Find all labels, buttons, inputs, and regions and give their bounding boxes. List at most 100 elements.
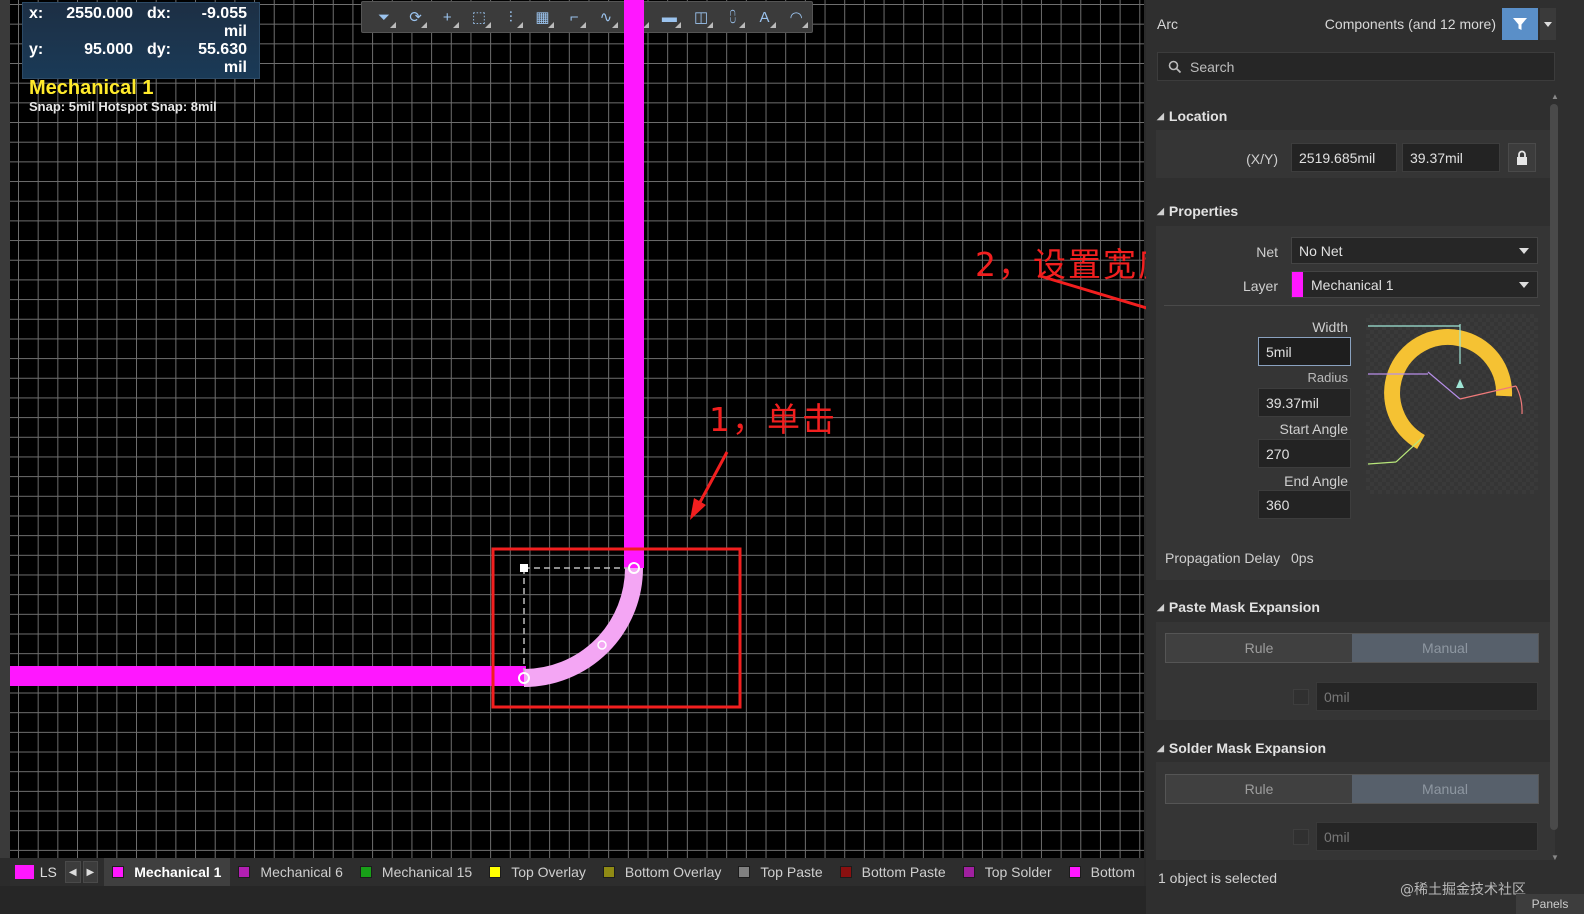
layer-tab[interactable]: Bottom Overlay — [595, 858, 730, 886]
scroll-up-icon[interactable]: ▲ — [1551, 92, 1559, 101]
solder-mask-manual-option[interactable]: Manual — [1352, 775, 1538, 803]
hud-y-value: 95.000 — [84, 41, 133, 58]
layer-color-swatch — [1068, 866, 1081, 878]
paste-mask-checkbox[interactable] — [1293, 689, 1309, 705]
selection-status: 1 object is selected — [1158, 870, 1278, 886]
layer-color-swatch — [839, 866, 852, 878]
filter-button[interactable] — [1502, 8, 1538, 40]
layer-dropdown[interactable]: Mechanical 1 — [1291, 271, 1538, 298]
bulb-icon[interactable]: ● — [622, 3, 654, 31]
layer-tab-label: Bottom — [1090, 864, 1135, 880]
current-layer-swatch[interactable] — [15, 865, 34, 879]
panel-object-type: Arc — [1157, 16, 1178, 32]
solder-mask-checkbox[interactable] — [1293, 829, 1309, 845]
divider — [1164, 305, 1540, 306]
active-bar-toolbar: ⏷ ⟳ + ⬚ ⫶ ▦ ⌐ ∿ ● ▬ ◫ ⩇ A ◠ — [361, 1, 813, 33]
annotation-step-1: 1，单击 — [709, 400, 837, 439]
arc-icon[interactable]: ◠ — [780, 3, 812, 31]
chart-icon[interactable]: ⩇ — [717, 3, 749, 31]
end-angle-label: End Angle — [1284, 473, 1348, 489]
end-angle-field[interactable]: 360 — [1258, 490, 1351, 519]
width-field[interactable]: 5mil — [1258, 337, 1351, 366]
net-dropdown[interactable]: No Net — [1291, 237, 1538, 264]
layer-tab[interactable]: Bottom Paste — [832, 858, 955, 886]
propagation-delay-label: Propagation Delay — [1165, 550, 1281, 566]
start-angle-label: Start Angle — [1279, 421, 1349, 437]
collapse-triangle-icon: ◢ — [1157, 742, 1164, 753]
layer-tab[interactable]: Top Paste — [730, 858, 831, 886]
tune-icon[interactable]: ∿ — [590, 3, 622, 31]
route-track-icon[interactable]: ⌐ — [558, 3, 590, 31]
coordinate-hud: x: 2550.000 dx: -9.055 mil y: 95.000 dy:… — [22, 2, 260, 114]
location-x-field[interactable]: 2519.685mil — [1291, 143, 1397, 172]
section-paste-mask-title: Paste Mask Expansion — [1168, 599, 1320, 615]
hud-dx-value: -9.055 mil — [201, 5, 247, 40]
start-angle-field[interactable]: 270 — [1258, 439, 1351, 468]
select-rect-icon[interactable]: ⬚ — [463, 3, 495, 31]
fill-icon[interactable]: ▬ — [653, 3, 685, 31]
align-icon[interactable]: ⫶ — [495, 3, 527, 31]
layer-color-swatch — [1292, 272, 1303, 297]
hud-dy-label: dy: — [147, 41, 171, 58]
layer-prev-arrow-icon[interactable]: ◀ — [64, 861, 81, 883]
panel-scroll-thumb[interactable] — [1550, 104, 1558, 830]
component-icon[interactable]: ▦ — [527, 3, 559, 31]
solder-mask-rule-option[interactable]: Rule — [1166, 775, 1352, 803]
layer-set-label[interactable]: LS — [40, 864, 57, 880]
layer-tab-label: Bottom Paste — [861, 864, 946, 880]
arc-preview-diagram — [1366, 314, 1538, 494]
hud-y-label: y: — [29, 41, 44, 58]
layer-tab[interactable]: Mechanical 6 — [230, 858, 352, 886]
layer-tab[interactable]: Top Overlay — [481, 858, 595, 886]
rect-icon[interactable]: ◫ — [685, 3, 717, 31]
layer-tab-label: Bottom Overlay — [624, 864, 722, 880]
solder-mask-mode-toggle: Rule Manual — [1165, 774, 1539, 804]
filter-icon — [1513, 18, 1527, 30]
text-icon[interactable]: A — [749, 3, 781, 31]
section-properties-header[interactable]: ◢ Properties — [1157, 203, 1238, 219]
panel-filter-summary[interactable]: Components (and 12 more) — [1325, 16, 1496, 32]
layer-color-swatch — [238, 866, 251, 878]
propagation-delay-value: 0ps — [1291, 550, 1314, 566]
scroll-down-icon[interactable]: ▼ — [1551, 853, 1559, 862]
layer-color-swatch — [489, 866, 502, 878]
layer-tab-label: Mechanical 6 — [260, 864, 343, 880]
lock-icon — [1517, 150, 1527, 165]
layer-tab[interactable]: Top Solder — [955, 858, 1061, 886]
section-solder-mask-title: Solder Mask Expansion — [1168, 740, 1327, 756]
properties-panel: Arc Components (and 12 more) Search ◢ Lo… — [1146, 0, 1584, 914]
collapse-triangle-icon: ◢ — [1157, 205, 1164, 216]
paste-mask-mode-toggle: Rule Manual — [1165, 633, 1539, 663]
layer-tab[interactable]: Bottom — [1061, 858, 1144, 886]
radius-field[interactable]: 39.37mil — [1258, 388, 1351, 417]
panels-button[interactable]: Panels — [1516, 894, 1584, 914]
filter-icon[interactable]: ⏷ — [368, 3, 400, 31]
paste-mask-manual-option[interactable]: Manual — [1352, 634, 1538, 662]
plus-icon[interactable]: + — [431, 3, 463, 31]
lock-button[interactable] — [1508, 143, 1536, 172]
search-input[interactable]: Search — [1157, 52, 1555, 81]
chevron-down-icon — [1519, 248, 1529, 254]
section-location-title: Location — [1168, 108, 1228, 124]
paste-mask-value-field[interactable]: 0mil — [1316, 682, 1538, 711]
layer-next-arrow-icon[interactable]: ▶ — [82, 861, 99, 883]
location-y-field[interactable]: 39.37mil — [1402, 143, 1500, 172]
annotation-step-2: 2，设置宽度 — [975, 245, 1173, 284]
route-icon[interactable]: ⟳ — [400, 3, 432, 31]
layer-tab[interactable]: Mechanical 1 — [104, 858, 231, 886]
section-solder-mask-header[interactable]: ◢ Solder Mask Expansion — [1157, 740, 1326, 756]
layer-tab-label: Top Paste — [760, 864, 823, 880]
solder-mask-value-field[interactable]: 0mil — [1316, 822, 1538, 851]
section-paste-mask-header[interactable]: ◢ Paste Mask Expansion — [1157, 599, 1320, 615]
filter-dropdown-button[interactable] — [1540, 8, 1556, 40]
section-location-header[interactable]: ◢ Location — [1157, 108, 1227, 124]
pcb-canvas[interactable]: x: 2550.000 dx: -9.055 mil y: 95.000 dy:… — [10, 0, 1144, 858]
layer-label: Layer — [1242, 278, 1278, 294]
layer-tab-bar: LS ◀ ▶ Mechanical 1 Mechanical 6 Mechanica… — [10, 858, 1144, 886]
collapse-triangle-icon: ◢ — [1157, 110, 1164, 121]
paste-mask-rule-option[interactable]: Rule — [1166, 634, 1352, 662]
layer-color-swatch — [602, 866, 615, 878]
layer-tab[interactable]: Mechanical 15 — [352, 858, 481, 886]
layer-color-swatch — [738, 866, 751, 878]
hud-layer-name: Mechanical 1 — [29, 77, 154, 99]
